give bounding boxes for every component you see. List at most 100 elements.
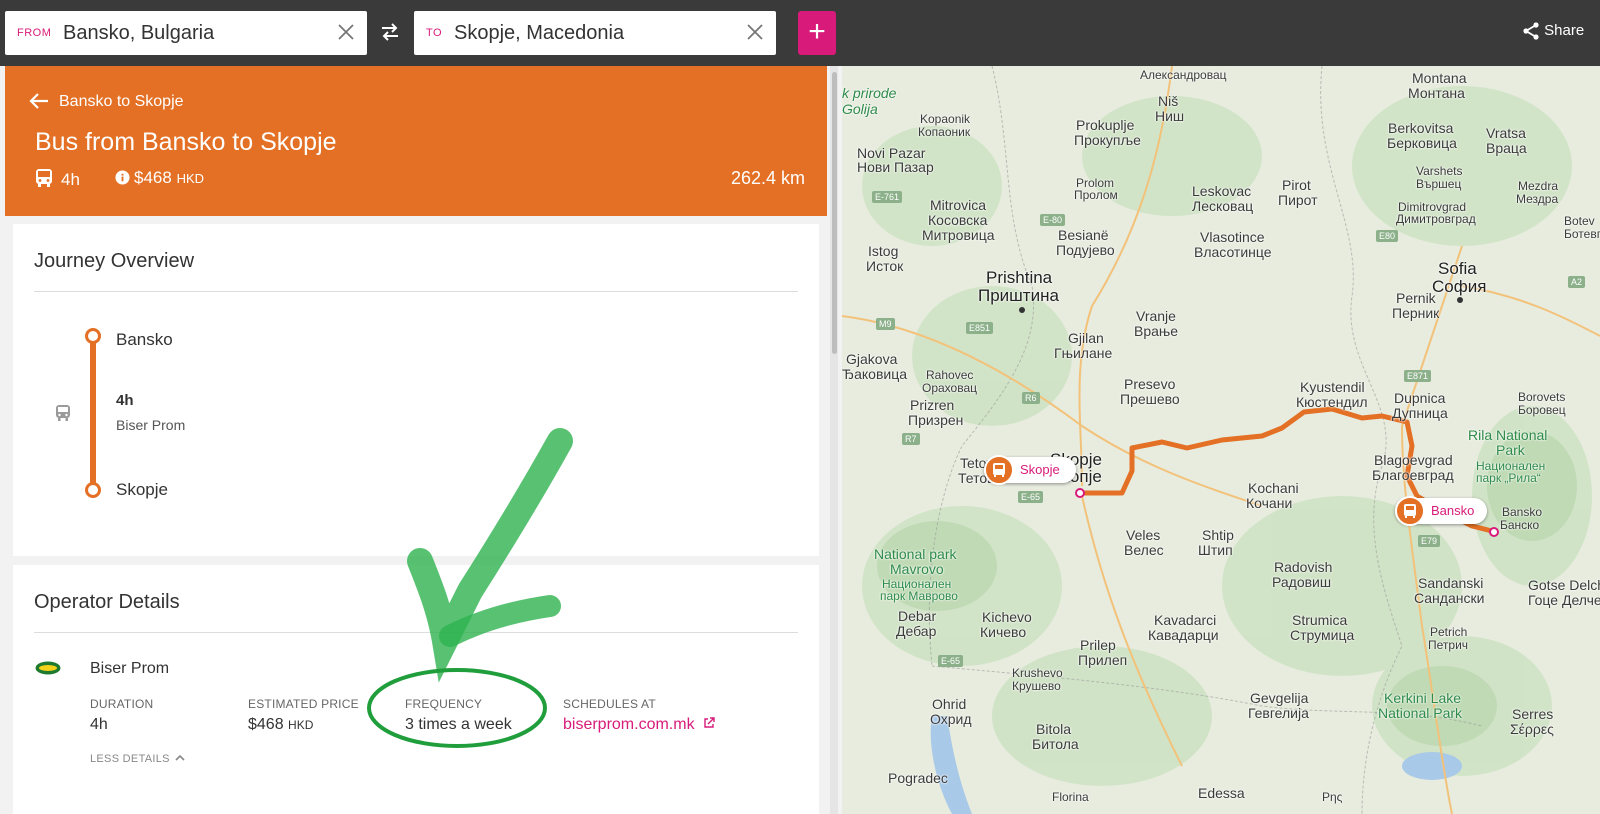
map-label: National park — [874, 546, 957, 562]
map-label: Мездра — [1516, 192, 1559, 206]
map-label: Niš — [1158, 93, 1179, 109]
bansko-marker[interactable]: Bansko — [1395, 496, 1487, 526]
map-label: Берковица — [1387, 135, 1457, 151]
map-label: Велес — [1124, 542, 1164, 558]
map-label: Гњилане — [1054, 345, 1113, 361]
map-label: k prirode — [842, 85, 897, 101]
map-label: парк Маврово — [880, 589, 958, 603]
road-label: E851 — [966, 322, 994, 334]
road-label: E871 — [1404, 370, 1432, 382]
map-label: Сандански — [1414, 590, 1485, 606]
map-label: Митровица — [922, 227, 995, 243]
map-label: Монтана — [1408, 85, 1465, 101]
map-label: Копаоник — [918, 125, 971, 139]
map-label: Власотинце — [1194, 244, 1272, 260]
map-label: Боровец — [1518, 403, 1566, 417]
map-label: Presevo — [1124, 376, 1176, 392]
bus-stop-icon — [1395, 496, 1425, 526]
map-label: Mavrovo — [890, 561, 944, 577]
map-label: Банско — [1500, 518, 1540, 532]
from-input[interactable]: Bansko, Bulgaria — [63, 22, 214, 45]
map-label: Перник — [1392, 305, 1440, 321]
map-label: Strumica — [1292, 612, 1348, 628]
map-label: Florina — [1052, 790, 1089, 804]
map-label: Pirot — [1282, 177, 1311, 193]
map-label: Gjilan — [1068, 330, 1104, 346]
map-label: Приштина — [978, 286, 1059, 305]
map-label: Кочани — [1246, 495, 1293, 511]
map-label: Охрид — [930, 711, 972, 727]
map-label: Призрен — [908, 412, 964, 428]
map-label: Park — [1496, 442, 1525, 458]
map-label: Кичево — [980, 624, 1027, 640]
map-label: Битола — [1032, 736, 1079, 752]
road-label: E79 — [1418, 535, 1441, 547]
map-label: Штип — [1198, 542, 1233, 558]
skopje-marker[interactable]: Skopje — [984, 455, 1076, 485]
map-label: Гевгелија — [1248, 705, 1309, 721]
map-label: Montana — [1412, 70, 1467, 86]
map-label: Александровац — [1140, 68, 1227, 82]
from-field[interactable]: FROM Bansko, Bulgaria — [5, 11, 367, 55]
map-label: Ораховац — [922, 381, 978, 395]
map-label: Pogradec — [888, 770, 948, 786]
map-label: Debar — [898, 608, 937, 624]
road-label: E80 — [1376, 230, 1399, 242]
from-label: FROM — [17, 27, 52, 39]
map-label: Radovish — [1274, 559, 1333, 575]
map-label: Kichevo — [982, 609, 1032, 625]
map-label: Кавадарци — [1148, 627, 1219, 643]
share-button[interactable]: Share — [1522, 22, 1600, 46]
clear-from-icon[interactable] — [335, 21, 357, 43]
map-label: Istog — [868, 243, 899, 259]
map-label: Радовиш — [1272, 574, 1332, 590]
map-label: Gjakova — [846, 351, 898, 367]
add-stop-button[interactable]: + — [798, 11, 836, 55]
map-label: Rila National — [1468, 427, 1548, 443]
map-label: Σέρρες — [1510, 721, 1554, 737]
map-label: Прокупље — [1074, 132, 1141, 148]
map-label: Пирот — [1278, 192, 1318, 208]
map-label: Gotse Delchev — [1528, 577, 1600, 593]
road-label: R6 — [1022, 392, 1040, 404]
map-label: Edessa — [1198, 785, 1245, 801]
map-label: Прешево — [1120, 391, 1180, 407]
map-label: Врање — [1134, 323, 1179, 339]
map-label: Prokuplje — [1076, 117, 1135, 133]
map-label: Prishtina — [986, 268, 1053, 287]
map-label: Pernik — [1396, 290, 1436, 306]
bus-stop-icon — [984, 455, 1014, 485]
map-label: Димитровград — [1396, 212, 1476, 226]
map-label: Kerkini Lake — [1384, 690, 1462, 706]
map-label: Петрич — [1428, 638, 1469, 652]
route-map[interactable]: k prirode Golija Александровац Niš Ниш M… — [842, 66, 1600, 814]
map-label: Shtip — [1202, 527, 1234, 543]
map-label: Bitola — [1036, 721, 1072, 737]
road-label: E-65 — [938, 655, 964, 667]
map-label: Вършец — [1416, 177, 1462, 191]
map-label: Ниш — [1155, 108, 1185, 124]
map-label: Подујево — [1056, 242, 1115, 258]
map-label: Prilep — [1080, 637, 1116, 653]
map-label: Blagoevgrad — [1374, 452, 1453, 468]
map-label: Ρης — [1322, 790, 1343, 804]
map-label: Vranje — [1136, 308, 1176, 324]
map-label: София — [1432, 277, 1487, 296]
map-label: Serres — [1512, 706, 1554, 722]
map-label: Prizren — [910, 397, 955, 413]
annotation-overlay — [367, 428, 573, 748]
map-label: Sofia — [1438, 259, 1477, 278]
road-label: R7 — [902, 433, 920, 445]
road-label: E-80 — [1040, 214, 1066, 226]
map-label: Крушево — [1012, 679, 1061, 693]
map-label: Kochani — [1248, 480, 1299, 496]
to-input[interactable]: Skopje, Macedonia — [454, 22, 624, 45]
road-label: E-65 — [1018, 491, 1044, 503]
top-search-bar: FROM Bansko, Bulgaria TO Skopje, Macedon… — [0, 0, 1600, 66]
to-field[interactable]: TO Skopje, Macedonia — [414, 11, 776, 55]
clear-to-icon[interactable] — [744, 21, 766, 43]
skopje-marker-label: Skopje — [1020, 462, 1060, 477]
route-details-panel: Bansko to Skopje Bus from Bansko to Skop… — [0, 66, 842, 814]
map-label: Mitrovica — [930, 197, 987, 213]
swap-icon[interactable] — [378, 20, 402, 44]
